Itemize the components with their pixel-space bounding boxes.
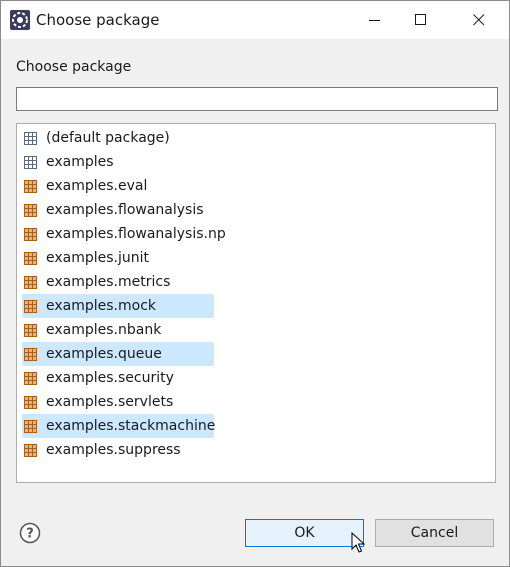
- eclipse-icon: [10, 10, 30, 30]
- list-item[interactable]: examples.metrics: [22, 270, 176, 294]
- cancel-button[interactable]: Cancel: [375, 519, 494, 547]
- package-icon: [24, 444, 37, 457]
- list-item-label: examples.junit: [46, 250, 150, 266]
- help-icon[interactable]: ?: [19, 522, 41, 544]
- list-item[interactable]: examples.security: [22, 366, 180, 390]
- list-item-label: examples.suppress: [46, 442, 181, 458]
- list-item-label: examples: [46, 154, 114, 170]
- list-item-label: examples.flowanalysis.np: [46, 226, 226, 242]
- package-icon: [24, 372, 37, 385]
- list-item-label: examples.flowanalysis: [46, 202, 204, 218]
- list-item[interactable]: examples.flowanalysis: [22, 198, 210, 222]
- package-icon: [24, 324, 37, 337]
- minimize-button[interactable]: [352, 1, 398, 39]
- list-item-label: examples.metrics: [46, 274, 171, 290]
- package-list[interactable]: (default package) examples examples.eval ex…: [16, 123, 496, 483]
- package-icon: [24, 252, 37, 265]
- list-item[interactable]: examples.stackmachine: [22, 414, 216, 438]
- package-icon: [24, 300, 37, 313]
- list-item[interactable]: examples.servlets: [22, 390, 179, 414]
- list-item-label: examples.eval: [46, 178, 148, 194]
- list-item[interactable]: examples.eval: [22, 174, 153, 198]
- filter-label: Choose package: [16, 59, 132, 75]
- package-icon: [24, 396, 37, 409]
- list-item[interactable]: examples.mock: [22, 294, 214, 318]
- close-button[interactable]: [456, 1, 502, 39]
- title-bar[interactable]: Choose package: [1, 1, 509, 39]
- package-icon: [24, 276, 37, 289]
- list-item-label: (default package): [46, 130, 170, 146]
- list-item-label: examples.servlets: [46, 394, 174, 410]
- list-item[interactable]: examples.flowanalysis.np: [22, 222, 232, 246]
- mouse-cursor-icon: [351, 532, 365, 553]
- filter-input[interactable]: [16, 87, 498, 111]
- svg-text:?: ?: [26, 527, 34, 542]
- package-icon: [24, 348, 37, 361]
- choose-package-dialog: Choose package Choose package (default p…: [0, 0, 510, 567]
- package-icon: [24, 180, 37, 193]
- empty-package-icon: [24, 156, 37, 169]
- minimize-icon: [369, 20, 380, 21]
- maximize-icon: [415, 14, 426, 25]
- list-item[interactable]: examples.nbank: [22, 318, 167, 342]
- close-icon: [473, 14, 485, 26]
- list-item-label: examples.nbank: [46, 322, 162, 338]
- list-item-label: examples.mock: [46, 298, 157, 314]
- window-title: Choose package: [36, 11, 160, 29]
- list-item-label: examples.security: [46, 370, 174, 386]
- empty-package-icon: [24, 132, 37, 145]
- list-item[interactable]: (default package): [22, 126, 176, 150]
- list-item[interactable]: examples.suppress: [22, 438, 187, 462]
- package-icon: [24, 420, 37, 433]
- list-item-label: examples.stackmachine: [46, 418, 216, 434]
- list-item[interactable]: examples.junit: [22, 246, 155, 270]
- maximize-button[interactable]: [398, 1, 444, 39]
- package-icon: [24, 204, 37, 217]
- ok-button[interactable]: OK: [245, 519, 364, 547]
- list-item-label: examples.queue: [46, 346, 162, 362]
- list-item[interactable]: examples.queue: [22, 342, 214, 366]
- package-icon: [24, 228, 37, 241]
- list-item[interactable]: examples: [22, 150, 120, 174]
